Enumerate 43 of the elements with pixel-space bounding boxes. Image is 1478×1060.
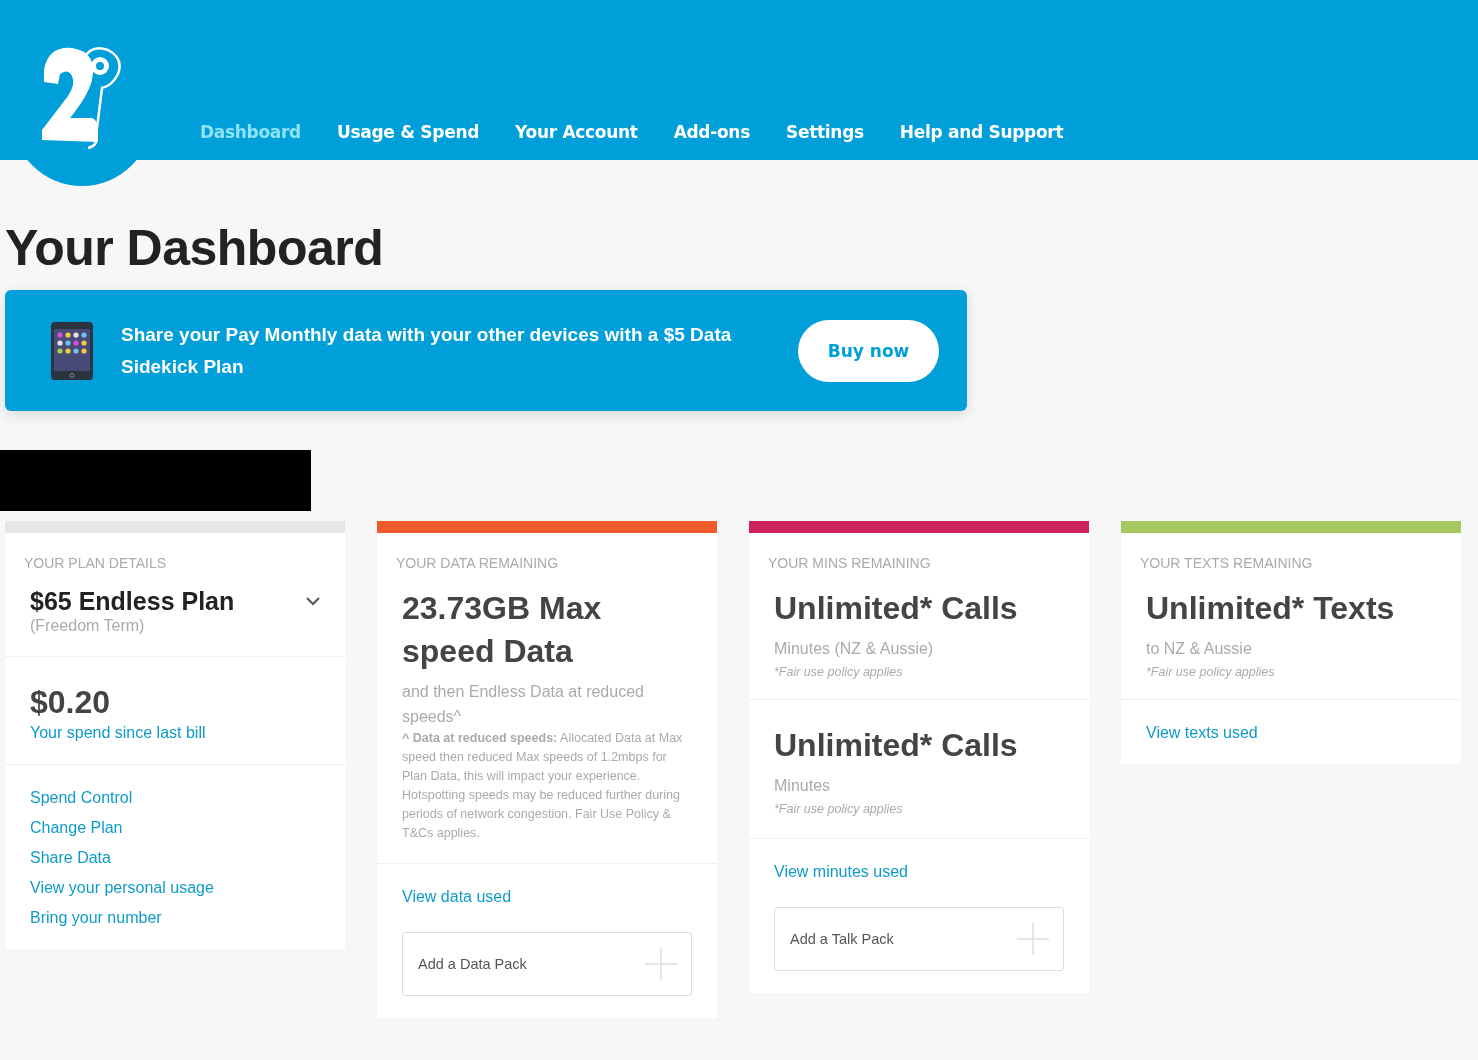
card-title: YOUR DATA REMAINING bbox=[395, 554, 560, 571]
plan-link[interactable]: Bring your number bbox=[30, 909, 162, 927]
plus-icon bbox=[645, 948, 677, 980]
nav-link[interactable]: Your Account bbox=[515, 122, 638, 142]
buy-now-button[interactable]: Buy now bbox=[798, 319, 939, 382]
allowance-subtitle: to NZ & Aussie bbox=[1146, 639, 1253, 659]
allowance-headline: Unlimited* Calls bbox=[774, 726, 1019, 765]
allowance-subtitle: and then Endless Data at reduced speeds^ bbox=[402, 682, 645, 727]
add-pack-button[interactable]: Add a Talk Pack bbox=[774, 907, 1064, 971]
add-pack-button[interactable]: Add a Data Pack bbox=[402, 932, 692, 996]
plan-link[interactable]: Change Plan bbox=[30, 819, 123, 837]
nav-link[interactable]: Dashboard bbox=[200, 122, 301, 142]
card-title: YOUR PLAN DETAILS bbox=[23, 554, 168, 571]
nav-link[interactable]: Help and Support bbox=[899, 122, 1064, 142]
nav-link[interactable]: Usage & Spend bbox=[337, 122, 480, 142]
plan-name: $65 Endless Plan bbox=[30, 587, 235, 616]
plan-term: (Freedom Term) bbox=[30, 616, 146, 636]
allowance-subtitle: Minutes bbox=[774, 776, 832, 796]
allowance-headline: Unlimited* Texts bbox=[1146, 589, 1396, 628]
spend-amount: $0.20 bbox=[30, 683, 112, 722]
promo-text: Share your Pay Monthly data with your other devices with a $5 Data Sidekick Plan bbox=[121, 322, 733, 379]
fair-use-note: *Fair use policy applies bbox=[774, 802, 904, 816]
view-usage-link[interactable]: View minutes used bbox=[774, 863, 908, 881]
allowance-headline: Unlimited* Calls bbox=[774, 589, 1019, 628]
data-footnote: ^ Data at reduced speeds: Allocated Data at Max speed then reduced Max speeds of 1.2mbps for Plan Data, this will impact your experience. Hotspotting speeds may be reduced further during periods of network congestion. Fair Use Policy & T&Cs applies. bbox=[402, 730, 684, 842]
nav-link[interactable]: Add-ons bbox=[673, 122, 750, 142]
plan-link[interactable]: Spend Control bbox=[30, 789, 133, 807]
plan-link[interactable]: Share Data bbox=[30, 849, 111, 867]
card-title: YOUR MINS REMAINING bbox=[767, 554, 932, 571]
plan-link[interactable]: View your personal usage bbox=[30, 879, 214, 897]
fair-use-note: *Fair use policy applies bbox=[1146, 665, 1276, 679]
view-usage-link[interactable]: View data used bbox=[402, 888, 512, 906]
view-usage-link[interactable]: View texts used bbox=[1146, 724, 1258, 742]
allowance-headline: 23.73GB Max speed Data bbox=[402, 589, 603, 671]
spend-link[interactable]: Your spend since last bill bbox=[30, 724, 206, 742]
chevron-down-icon[interactable] bbox=[306, 597, 320, 606]
fair-use-note: *Fair use policy applies bbox=[774, 665, 904, 679]
card-title: YOUR TEXTS REMAINING bbox=[1139, 554, 1314, 571]
page-title: Your Dashboard bbox=[5, 219, 385, 278]
nav-link[interactable]: Settings bbox=[786, 122, 864, 142]
plus-icon bbox=[1017, 923, 1049, 955]
allowance-subtitle: Minutes (NZ & Aussie) bbox=[774, 639, 935, 659]
tablet-icon bbox=[51, 321, 93, 380]
